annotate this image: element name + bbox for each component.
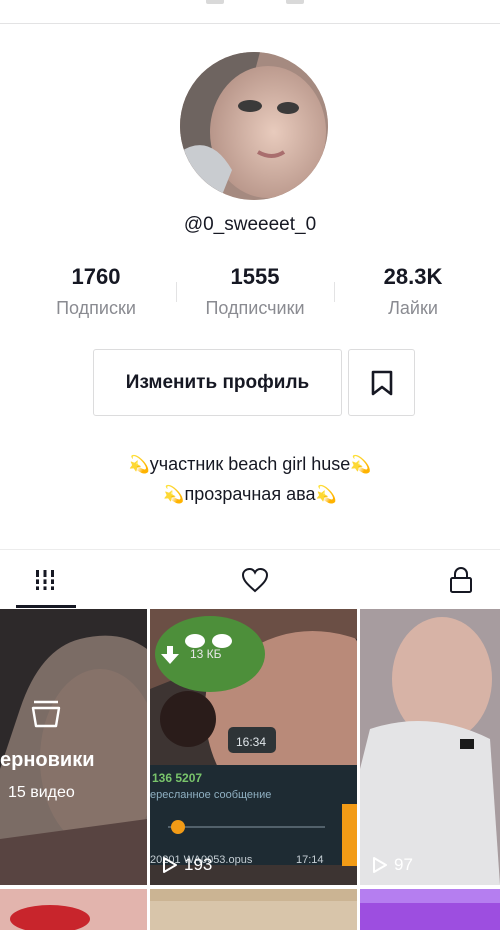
top-bar	[0, 0, 500, 24]
video-tile[interactable]: 13 КБ 16:34 136 5207 ересланное сообщени…	[150, 609, 357, 885]
sparkle-emoji-icon: 💫	[163, 485, 185, 504]
drafts-overlay	[0, 609, 147, 885]
video-tile[interactable]: 97	[360, 609, 500, 885]
drafts-tile[interactable]: ерновики 15 видео	[0, 609, 147, 885]
active-tab-indicator	[16, 605, 76, 608]
video-thumbnail	[0, 889, 147, 930]
video-tile[interactable]	[360, 889, 500, 930]
avatar-photo	[180, 52, 328, 200]
username: @0_sweeeet_0	[183, 214, 317, 235]
video-thumbnail	[360, 889, 500, 930]
message-timestamp: 17:14	[296, 854, 324, 866]
view-count-value: 193	[184, 855, 213, 874]
video-grid: ерновики 15 видео 13 КБ 16:34 136 5207 е…	[0, 609, 500, 930]
stat-following[interactable]: 1760 Подписки	[16, 264, 176, 319]
favorites-button[interactable]	[348, 349, 415, 416]
download-icon	[161, 646, 179, 664]
bio-text-1: участник beach girl huse	[149, 454, 351, 474]
top-bar-tab-right[interactable]	[286, 0, 304, 4]
stat-likes-value: 28.3K	[383, 264, 443, 289]
bio-line-2: 💫прозрачная ава💫	[0, 484, 500, 505]
file-size-label: 13 КБ	[190, 647, 222, 661]
video-tile[interactable]	[0, 889, 147, 930]
stat-followers[interactable]: 1555 Подписчики	[175, 264, 335, 319]
sparkle-emoji-icon: 💫	[128, 455, 150, 474]
avatar[interactable]	[180, 52, 328, 200]
lock-icon	[450, 567, 472, 593]
stat-likes[interactable]: 28.3K Лайки	[333, 264, 493, 319]
view-count: 97	[372, 855, 413, 875]
stat-likes-label: Лайки	[388, 298, 438, 318]
heart-icon	[241, 567, 269, 593]
message-number: 136 5207	[152, 771, 203, 785]
edit-profile-button[interactable]: Изменить профиль	[93, 349, 342, 416]
sparkle-emoji-icon: 💫	[350, 455, 372, 474]
stat-followers-label: Подписчики	[205, 298, 305, 318]
top-bar-tab-left[interactable]	[206, 0, 224, 4]
bookmark-icon	[371, 370, 393, 396]
stat-followers-value: 1555	[230, 264, 280, 289]
stat-following-value: 1760	[71, 264, 121, 289]
content-tabs	[0, 549, 500, 609]
view-count-value: 97	[394, 855, 413, 874]
view-count: 193	[162, 855, 212, 875]
play-icon	[163, 857, 177, 873]
drafts-label: ерновики	[0, 749, 95, 771]
play-icon	[373, 857, 387, 873]
tab-videos[interactable]	[0, 550, 90, 610]
message-caption: ересланное сообщение	[150, 789, 272, 801]
tab-liked[interactable]	[210, 550, 300, 610]
video-thumbnail	[360, 609, 500, 885]
message-time: 16:34	[236, 735, 267, 749]
bio-text-2: прозрачная ава	[184, 484, 316, 504]
sparkle-emoji-icon: 💫	[315, 485, 337, 504]
video-thumbnail	[150, 889, 357, 930]
tab-private[interactable]	[416, 550, 500, 610]
video-tile[interactable]	[150, 889, 357, 930]
bio-line-1: 💫участник beach girl huse💫	[0, 454, 500, 475]
stat-following-label: Подписки	[56, 298, 136, 318]
drafts-count: 15 видео	[8, 784, 75, 801]
grid-icon	[33, 570, 57, 590]
drafts-icon	[31, 700, 61, 728]
